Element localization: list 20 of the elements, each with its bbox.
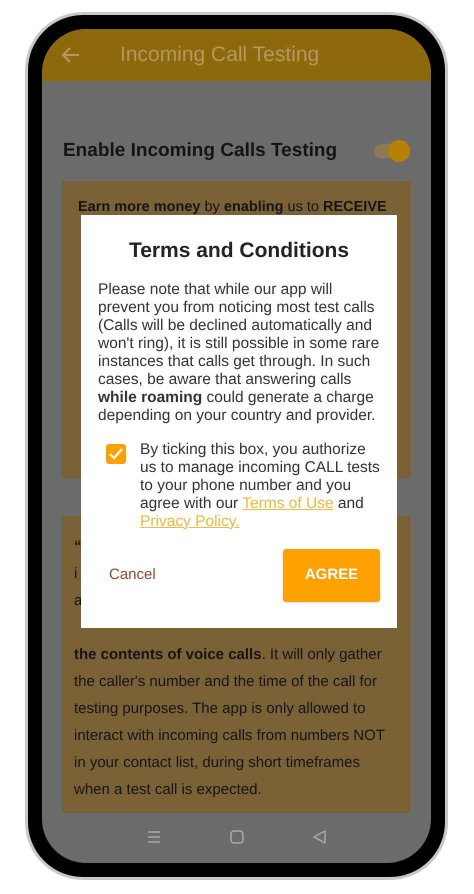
consent-text: By ticking this box, you authorize us to manage incoming CALL tests to your phone number and you agree with our Terms of Use and Privacy Policy. [140, 440, 380, 530]
toggle-switch[interactable] [372, 140, 410, 162]
dialog-body: Please note that while our app will prevent you from noticing most test calls (Calls will be declined automatically and won't ring), it is still possible in some rare instances that calls get through. In such cases, be aware that answering calls while roaming could generate a charge depending on your country and provider. [98, 280, 380, 424]
checkmark-icon [109, 448, 123, 460]
home-icon[interactable] [230, 830, 244, 844]
back-icon[interactable] [312, 830, 326, 844]
agree-button[interactable]: AGREE [283, 548, 380, 602]
menu-icon[interactable] [146, 830, 160, 844]
card-text: Earn more money by enabling us to RECEIVE [78, 198, 388, 216]
card-text: i [74, 564, 78, 582]
back-arrow-icon[interactable] [62, 47, 80, 63]
app-bar-title: Incoming Call Testing [120, 42, 320, 68]
card-text: “ [74, 538, 82, 554]
terms-link[interactable]: Terms of Use [242, 494, 334, 512]
cancel-button[interactable]: Cancel [109, 564, 156, 586]
checkbox[interactable] [106, 444, 126, 464]
setting-label: Enable Incoming Calls Testing [63, 139, 338, 163]
card-text: the contents of voice calls. It will only gather the caller's number and the time of the call for testing purposes. The app is only allowed to interact with incoming calls from numbers NOT in your contact list, during short timeframes when a test call is expected. [74, 644, 386, 800]
dialog-title: Terms and Conditions [128, 238, 350, 264]
privacy-link[interactable]: Privacy Policy. [140, 512, 240, 530]
